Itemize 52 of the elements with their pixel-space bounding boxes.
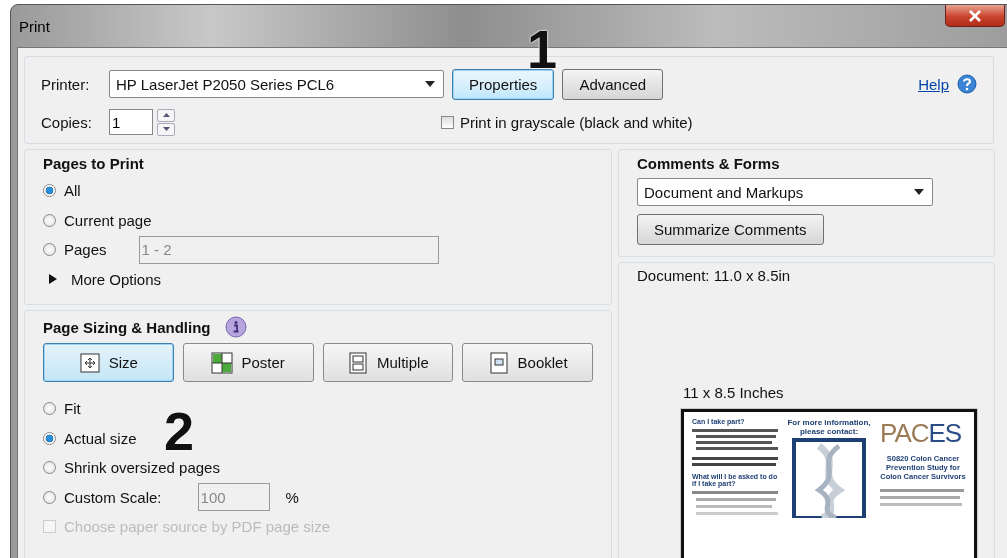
mode-button[interactable]: Poster — [182, 343, 314, 382]
properties-button[interactable]: Properties — [452, 68, 555, 100]
section-title: Pages to Print — [43, 154, 145, 174]
radio-button[interactable] — [43, 431, 56, 445]
booklet-icon — [487, 351, 510, 374]
advanced-button[interactable]: Advanced — [562, 68, 664, 100]
close-button[interactable] — [945, 5, 1005, 27]
summarize-comments-button[interactable]: Summarize Comments — [637, 214, 824, 245]
radio-label: Custom Scale: — [64, 488, 162, 506]
help-link[interactable]: Help — [918, 75, 949, 93]
triangle-icon — [49, 274, 57, 285]
document-size: Document: 11.0 x 8.5in — [637, 267, 792, 284]
grayscale-label: Print in grayscale (black and white) — [460, 113, 693, 131]
info-icon[interactable] — [224, 316, 247, 338]
radio-button[interactable] — [43, 213, 56, 227]
resize-icon — [78, 351, 101, 374]
caret-icon — [914, 189, 924, 195]
paces-logo: PACES — [880, 418, 963, 448]
radio-label: Actual size — [64, 429, 137, 447]
window-title: Print — [19, 18, 50, 35]
radio-button[interactable] — [43, 184, 56, 198]
percent-label: % — [285, 488, 299, 506]
radio-label: All — [64, 182, 81, 200]
grayscale-checkbox[interactable] — [441, 115, 454, 129]
callout-number: 2 — [164, 404, 195, 458]
page-size-label: 11 x 8.5 Inches — [683, 384, 785, 401]
printer-dropdown[interactable]: HP LaserJet P2050 Series PCL6 — [109, 70, 444, 98]
mode-button[interactable]: Booklet — [462, 343, 593, 382]
mode-button[interactable]: Multiple — [322, 343, 454, 382]
comments-dropdown[interactable]: Document and Markups — [637, 178, 933, 206]
radio-label: Fit — [64, 400, 81, 418]
help-icon[interactable] — [957, 74, 977, 94]
radio-button[interactable] — [43, 243, 56, 257]
copies-label: Copies: — [41, 113, 93, 131]
radio-label: Pages — [64, 241, 107, 259]
caret-icon — [425, 81, 435, 87]
printer-label: Printer: — [41, 75, 91, 93]
radio-label: Current page — [64, 211, 152, 229]
radio-button[interactable] — [43, 461, 56, 475]
close-icon — [968, 9, 982, 22]
more-options-toggle[interactable]: More Options — [43, 264, 593, 294]
radio-button[interactable] — [43, 490, 56, 504]
mode-button[interactable]: Size — [43, 343, 174, 382]
preview-contact: For more information, please contact: — [786, 418, 872, 436]
pages-icon — [347, 351, 370, 374]
radio-label: Shrink oversized pages — [64, 459, 220, 477]
poster-icon — [211, 351, 234, 374]
copies-spinner[interactable] — [157, 108, 175, 136]
copies-field[interactable]: 1 — [109, 109, 153, 135]
section-title: Comments & Forms — [637, 154, 781, 174]
radio-button[interactable] — [43, 402, 56, 416]
section-title: Page Sizing & Handling — [43, 318, 211, 336]
